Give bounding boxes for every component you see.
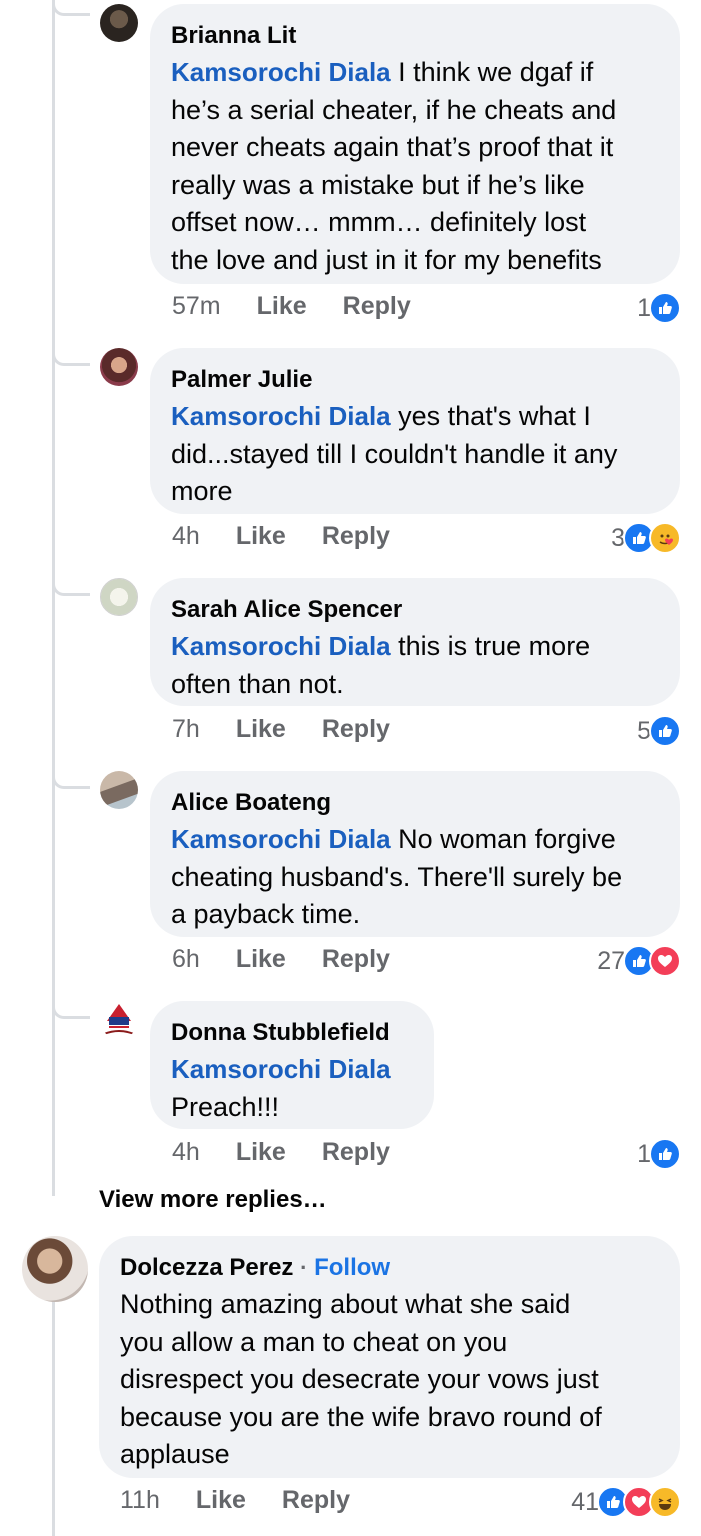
comment-actions: 57m Like Reply [172, 292, 447, 321]
mention-link[interactable]: Kamsorochi Diala [171, 824, 391, 854]
thread-branch [52, 773, 90, 789]
follow-button[interactable]: Follow [314, 1254, 390, 1281]
haha-reaction-icon [649, 1486, 681, 1518]
thread-branch [52, 1003, 90, 1019]
avatar[interactable] [22, 1236, 88, 1302]
reply-button[interactable]: Reply [322, 715, 390, 744]
avatar[interactable] [100, 4, 138, 42]
like-reaction-icon [649, 715, 681, 747]
flag-logo-icon [103, 1004, 135, 1035]
comment-bubble: Alice Boateng Kamsorochi Diala No woman … [150, 771, 680, 937]
comment-actions: 11h Like Reply [120, 1486, 386, 1515]
comment-actions: 4h Like Reply [172, 522, 426, 551]
thread-line [52, 1300, 55, 1536]
comment-text: Kamsorochi Diala I think we dgaf if he’s … [171, 57, 617, 275]
comment-time[interactable]: 57m [172, 292, 221, 321]
reaction-count: 41 [571, 1487, 599, 1516]
mention-link[interactable]: Kamsorochi Diala [171, 57, 391, 87]
comment-bubble: Sarah Alice Spencer Kamsorochi Diala thi… [150, 578, 680, 706]
like-button[interactable]: Like [257, 292, 307, 321]
reaction-summary[interactable]: 3 [611, 522, 681, 554]
comment-text: Kamsorochi Diala this is true more often … [171, 631, 591, 699]
avatar[interactable] [100, 771, 138, 809]
reaction-summary[interactable]: 27 [597, 945, 681, 977]
thread-branch [52, 0, 90, 16]
comment-author[interactable]: Alice Boateng [171, 785, 658, 821]
comment-text: Nothing amazing about what she said you a… [120, 1289, 602, 1470]
like-button[interactable]: Like [236, 1138, 286, 1167]
avatar[interactable] [100, 1001, 138, 1039]
comment-time[interactable]: 4h [172, 1138, 200, 1167]
thread-line [52, 0, 55, 1196]
comment-bubble: Donna Stubblefield Kamsorochi Diala Preac… [150, 1001, 434, 1129]
like-button[interactable]: Like [236, 715, 286, 744]
comment-time[interactable]: 7h [172, 715, 200, 744]
mention-link[interactable]: Kamsorochi Diala [171, 631, 391, 661]
like-button[interactable]: Like [196, 1486, 246, 1515]
comment-author[interactable]: Sarah Alice Spencer [171, 592, 658, 628]
love-reaction-icon [649, 945, 681, 977]
like-button[interactable]: Like [236, 522, 286, 551]
comment-author[interactable]: Donna Stubblefield [171, 1015, 412, 1051]
care-reaction-icon [649, 522, 681, 554]
comment-text: Kamsorochi Diala Preach!!! [171, 1054, 391, 1122]
comment-author[interactable]: Palmer Julie [171, 362, 658, 398]
like-button[interactable]: Like [236, 945, 286, 974]
thread-branch [52, 580, 90, 596]
comment-time[interactable]: 11h [120, 1486, 160, 1515]
comment-text: Kamsorochi Diala yes that's what Idid...… [171, 401, 618, 507]
reaction-summary[interactable]: 41 [571, 1486, 681, 1518]
reply-button[interactable]: Reply [282, 1486, 350, 1515]
avatar[interactable] [100, 578, 138, 616]
reaction-count: 27 [597, 946, 625, 975]
view-more-replies-link[interactable]: View more replies… [99, 1186, 327, 1214]
comment-actions: 4h Like Reply [172, 1138, 426, 1167]
comment-bubble: Dolcezza Perez · Follow Nothing amazing … [99, 1236, 680, 1478]
like-reaction-icon [649, 292, 681, 324]
comment-actions: 7h Like Reply [172, 715, 426, 744]
comment-header: Dolcezza Perez · Follow [120, 1250, 658, 1286]
avatar[interactable] [100, 348, 138, 386]
thread-branch [52, 350, 90, 366]
comment-actions: 6h Like Reply [172, 945, 426, 974]
reply-button[interactable]: Reply [322, 1138, 390, 1167]
mention-link[interactable]: Kamsorochi Diala [171, 401, 391, 431]
reaction-summary[interactable]: 1 [637, 292, 681, 324]
reply-button[interactable]: Reply [343, 292, 411, 321]
comment-time[interactable]: 6h [172, 945, 200, 974]
reply-button[interactable]: Reply [322, 945, 390, 974]
reply-button[interactable]: Reply [322, 522, 390, 551]
reaction-summary[interactable]: 5 [637, 715, 681, 747]
reaction-summary[interactable]: 1 [637, 1138, 681, 1170]
mention-link[interactable]: Kamsorochi Diala [171, 1054, 391, 1084]
like-reaction-icon [649, 1138, 681, 1170]
comment-text: Kamsorochi Diala No woman forgive cheatin… [171, 824, 623, 930]
separator-dot: · [300, 1255, 308, 1280]
comment-bubble: Palmer Julie Kamsorochi Diala yes that's… [150, 348, 680, 514]
comment-time[interactable]: 4h [172, 522, 200, 551]
comment-author[interactable]: Brianna Lit [171, 18, 658, 54]
comment-author[interactable]: Dolcezza Perez [120, 1254, 293, 1281]
comment-bubble: Brianna Lit Kamsorochi Diala I think we … [150, 4, 680, 284]
